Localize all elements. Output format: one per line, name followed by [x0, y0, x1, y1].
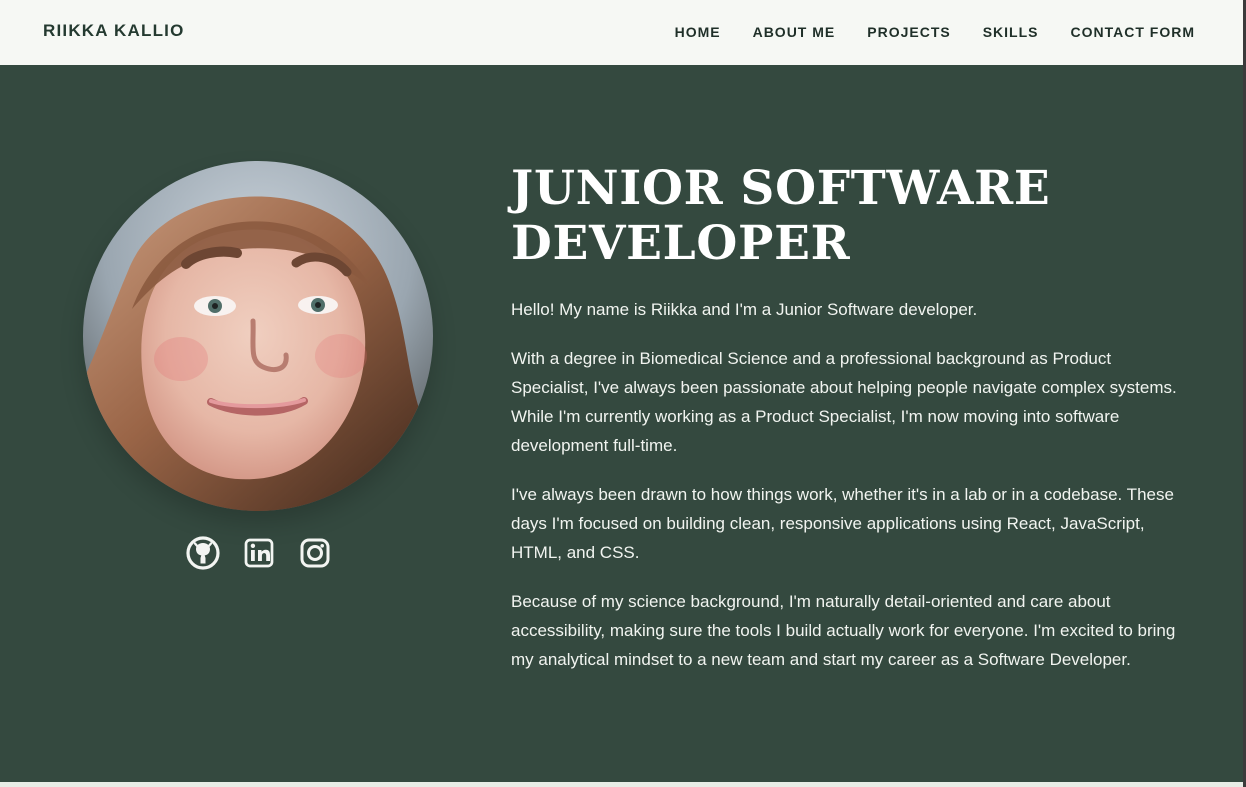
linkedin-link[interactable]: [242, 536, 276, 570]
social-links: [186, 536, 332, 570]
bottom-page-band: [0, 782, 1243, 787]
nav-skills[interactable]: SKILLS: [983, 24, 1039, 40]
site-header: RIIKKA KALLIO HOME ABOUT ME PROJECTS SKI…: [0, 0, 1243, 65]
interest-paragraph: I've always been drawn to how things wor…: [511, 485, 1174, 562]
github-icon: [186, 536, 220, 570]
hero-copy: Hello! My name is Riikka and I'm a Junio…: [511, 295, 1191, 674]
page: RIIKKA KALLIO HOME ABOUT ME PROJECTS SKI…: [0, 0, 1246, 787]
instagram-icon: [300, 538, 330, 568]
github-link[interactable]: [186, 536, 220, 570]
nav-projects[interactable]: PROJECTS: [867, 24, 950, 40]
profile-photo: [83, 161, 433, 511]
linkedin-icon: [244, 538, 274, 568]
profile-portrait-illustration: [83, 161, 433, 511]
nav-contact-form[interactable]: CONTACT FORM: [1071, 24, 1196, 40]
nav-home[interactable]: HOME: [675, 24, 721, 40]
intro-paragraph: Hello! My name is Riikka and I'm a Junio…: [511, 300, 978, 319]
nav-about-me[interactable]: ABOUT ME: [753, 24, 836, 40]
main-nav: HOME ABOUT ME PROJECTS SKILLS CONTACT FO…: [675, 24, 1195, 40]
site-brand[interactable]: RIIKKA KALLIO: [43, 21, 185, 41]
background-paragraph: With a degree in Biomedical Science and …: [511, 349, 1177, 455]
hero-title: JUNIOR SOFTWARE DEVELOPER: [511, 161, 1051, 271]
accessibility-paragraph: Because of my science background, I'm na…: [511, 592, 1176, 669]
instagram-link[interactable]: [298, 536, 332, 570]
